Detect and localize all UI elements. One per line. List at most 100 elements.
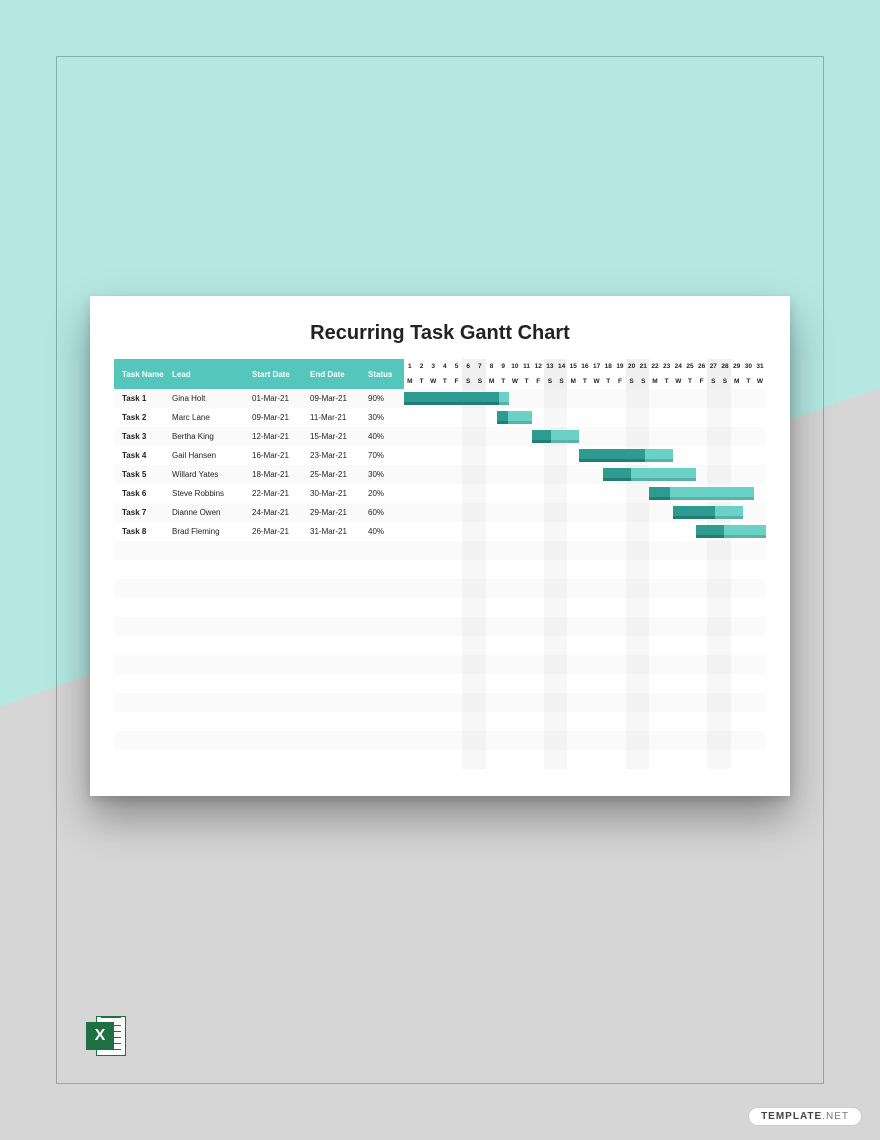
- cal-day-label: T: [602, 374, 614, 389]
- cal-day-num: 9: [497, 359, 509, 374]
- cal-day-num: 13: [544, 359, 556, 374]
- gantt-row-empty: [404, 731, 766, 750]
- cal-day-num: 15: [567, 359, 579, 374]
- cell-task-name: Task 6: [114, 489, 172, 498]
- cal-day-label: F: [532, 374, 544, 389]
- cell-task-name: Task 8: [114, 527, 172, 536]
- cal-day-label: W: [754, 374, 766, 389]
- table-row-empty: [114, 598, 404, 617]
- cal-day-num: 11: [521, 359, 533, 374]
- gantt-row-empty: [404, 712, 766, 731]
- cell-status: 40%: [368, 527, 404, 536]
- cell-lead: Gail Hansen: [172, 451, 252, 460]
- cal-day-label: T: [497, 374, 509, 389]
- gantt-bar-progress: [603, 468, 631, 481]
- gantt-row-empty: [404, 636, 766, 655]
- table-row-empty: [114, 693, 404, 712]
- table-row: Task 3 Bertha King 12-Mar-21 15-Mar-21 4…: [114, 427, 404, 446]
- cell-end: 09-Mar-21: [310, 394, 368, 403]
- cal-day-num: 2: [416, 359, 428, 374]
- table-row: Task 4 Gail Hansen 16-Mar-21 23-Mar-21 7…: [114, 446, 404, 465]
- table-row-empty: [114, 655, 404, 674]
- cell-task-name: Task 3: [114, 432, 172, 441]
- cell-start: 16-Mar-21: [252, 451, 310, 460]
- gantt-row-empty: [404, 617, 766, 636]
- cal-day-label: S: [707, 374, 719, 389]
- cell-lead: Brad Fleming: [172, 527, 252, 536]
- table-row: Task 2 Marc Lane 09-Mar-21 11-Mar-21 30%: [114, 408, 404, 427]
- cal-day-num: 28: [719, 359, 731, 374]
- cal-day-label: T: [521, 374, 533, 389]
- cal-day-num: 4: [439, 359, 451, 374]
- cal-day-label: W: [672, 374, 684, 389]
- cal-day-label: T: [742, 374, 754, 389]
- gantt-row: [404, 446, 766, 465]
- cell-end: 15-Mar-21: [310, 432, 368, 441]
- cell-status: 20%: [368, 489, 404, 498]
- cell-start: 22-Mar-21: [252, 489, 310, 498]
- cal-day-num: 27: [707, 359, 719, 374]
- cell-end: 25-Mar-21: [310, 470, 368, 479]
- table-row-empty: [114, 560, 404, 579]
- cell-end: 11-Mar-21: [310, 413, 368, 422]
- cell-lead: Gina Holt: [172, 394, 252, 403]
- cal-day-num: 8: [486, 359, 498, 374]
- cal-day-num: 29: [731, 359, 743, 374]
- cell-status: 70%: [368, 451, 404, 460]
- calendar-header: 1234567891011121314151617181920212223242…: [404, 359, 766, 389]
- gantt-timeline: 1234567891011121314151617181920212223242…: [404, 359, 766, 769]
- cal-day-num: 7: [474, 359, 486, 374]
- cal-day-label: T: [439, 374, 451, 389]
- cell-status: 30%: [368, 413, 404, 422]
- cell-task-name: Task 7: [114, 508, 172, 517]
- task-table: Task Name Lead Start Date End Date Statu…: [114, 359, 404, 769]
- gantt-row-empty: [404, 750, 766, 769]
- cell-start: 12-Mar-21: [252, 432, 310, 441]
- col-task-name: Task Name: [114, 370, 172, 379]
- cal-day-label: M: [486, 374, 498, 389]
- cal-day-label: S: [719, 374, 731, 389]
- document-sheet: Recurring Task Gantt Chart Task Name Lea…: [90, 296, 790, 796]
- cal-day-num: 3: [427, 359, 439, 374]
- cell-end: 29-Mar-21: [310, 508, 368, 517]
- table-row-empty: [114, 617, 404, 636]
- gantt-grid: Task Name Lead Start Date End Date Statu…: [114, 359, 766, 769]
- cell-task-name: Task 5: [114, 470, 172, 479]
- gantt-row-empty: [404, 541, 766, 560]
- cal-day-num: 17: [591, 359, 603, 374]
- cell-start: 01-Mar-21: [252, 394, 310, 403]
- cell-lead: Marc Lane: [172, 413, 252, 422]
- gantt-bar-progress: [649, 487, 670, 500]
- cal-day-num: 26: [696, 359, 708, 374]
- cell-lead: Dianne Owen: [172, 508, 252, 517]
- cell-start: 09-Mar-21: [252, 413, 310, 422]
- cell-task-name: Task 1: [114, 394, 172, 403]
- cal-day-num: 14: [556, 359, 568, 374]
- cal-day-label: S: [474, 374, 486, 389]
- cell-status: 60%: [368, 508, 404, 517]
- table-row: Task 6 Steve Robbins 22-Mar-21 30-Mar-21…: [114, 484, 404, 503]
- gantt-row: [404, 427, 766, 446]
- gantt-row-empty: [404, 674, 766, 693]
- cal-day-label: F: [614, 374, 626, 389]
- chart-title: Recurring Task Gantt Chart: [114, 322, 766, 345]
- cell-status: 90%: [368, 394, 404, 403]
- cell-end: 31-Mar-21: [310, 527, 368, 536]
- cal-day-label: M: [404, 374, 416, 389]
- cell-start: 18-Mar-21: [252, 470, 310, 479]
- gantt-row: [404, 503, 766, 522]
- cal-day-label: S: [556, 374, 568, 389]
- gantt-row: [404, 522, 766, 541]
- col-status: Status: [368, 370, 404, 379]
- cal-day-num: 16: [579, 359, 591, 374]
- cal-day-label: T: [579, 374, 591, 389]
- table-row: Task 1 Gina Holt 01-Mar-21 09-Mar-21 90%: [114, 389, 404, 408]
- table-row: Task 8 Brad Fleming 26-Mar-21 31-Mar-21 …: [114, 522, 404, 541]
- gantt-bar-progress: [532, 430, 551, 443]
- cal-day-label: S: [544, 374, 556, 389]
- gantt-row: [404, 389, 766, 408]
- cal-day-num: 31: [754, 359, 766, 374]
- cal-day-num: 19: [614, 359, 626, 374]
- cell-status: 30%: [368, 470, 404, 479]
- cell-task-name: Task 4: [114, 451, 172, 460]
